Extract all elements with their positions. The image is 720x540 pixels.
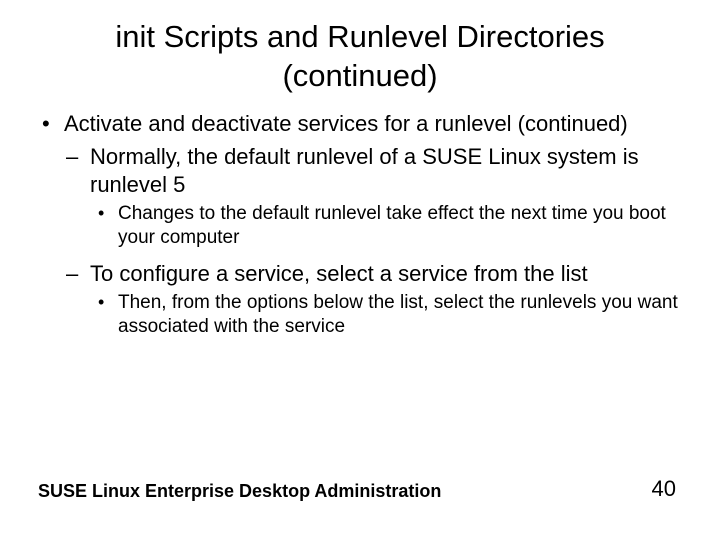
bullet-level-3: Then, from the options below the list, s…	[96, 291, 682, 339]
slide-title: init Scripts and Runlevel Directories (c…	[0, 0, 720, 96]
bullet-level-3: Changes to the default runlevel take eff…	[96, 202, 682, 250]
bullet-text: Then, from the options below the list, s…	[118, 292, 678, 337]
bullet-text: Changes to the default runlevel take eff…	[118, 203, 666, 248]
title-line-1: init Scripts and Runlevel Directories	[115, 19, 604, 54]
bullet-text: Normally, the default runlevel of a SUSE…	[90, 144, 639, 197]
page-number: 40	[652, 476, 676, 502]
bullet-level-2: Normally, the default runlevel of a SUSE…	[64, 143, 682, 198]
slide: init Scripts and Runlevel Directories (c…	[0, 0, 720, 540]
bullet-text: To configure a service, select a service…	[90, 261, 588, 286]
footer-text: SUSE Linux Enterprise Desktop Administra…	[38, 481, 441, 502]
bullet-level-1: Activate and deactivate services for a r…	[38, 110, 682, 138]
slide-body: Activate and deactivate services for a r…	[0, 96, 720, 339]
title-line-2: (continued)	[282, 58, 437, 93]
bullet-text: Activate and deactivate services for a r…	[64, 111, 628, 136]
bullet-level-2: To configure a service, select a service…	[64, 260, 682, 288]
